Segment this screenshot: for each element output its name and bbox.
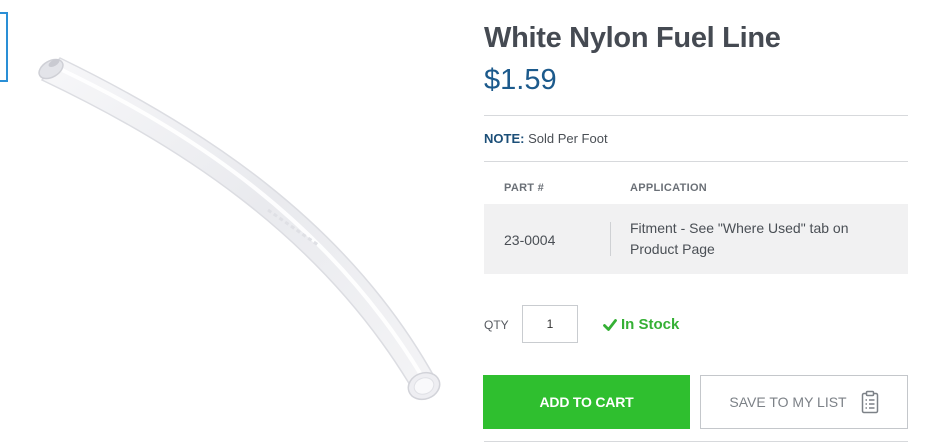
product-image [38,57,441,401]
add-to-cart-button[interactable]: ADD TO CART [483,375,690,429]
note-text: Sold Per Foot [528,131,608,146]
divider [484,161,908,162]
product-title: White Nylon Fuel Line [484,22,781,54]
gallery-thumbnail-selected[interactable] [0,12,8,82]
check-icon [603,318,617,331]
column-header-part: PART # [504,182,545,194]
divider [484,115,908,116]
part-number: 23-0004 [504,232,556,248]
note-label: NOTE: [484,131,525,146]
save-to-list-button[interactable]: SAVE TO MY LIST [700,375,908,429]
product-price: $1.59 [484,64,557,96]
stock-status-text: In Stock [621,316,680,333]
column-header-application: APPLICATION [630,182,708,194]
stock-status: In Stock [603,316,679,333]
application-text: Fitment - See "Where Used" tab on Produc… [630,220,849,257]
table-row: 23-0004 Fitment - See "Where Used" tab o… [484,204,908,274]
quantity-input[interactable] [522,305,578,343]
product-note: NOTE: Sold Per Foot [484,131,608,146]
clipboard-icon [861,390,878,414]
save-to-list-label: SAVE TO MY LIST [729,394,847,410]
qty-label: QTY [484,318,509,332]
cell-divider [610,222,611,256]
divider [484,441,908,442]
